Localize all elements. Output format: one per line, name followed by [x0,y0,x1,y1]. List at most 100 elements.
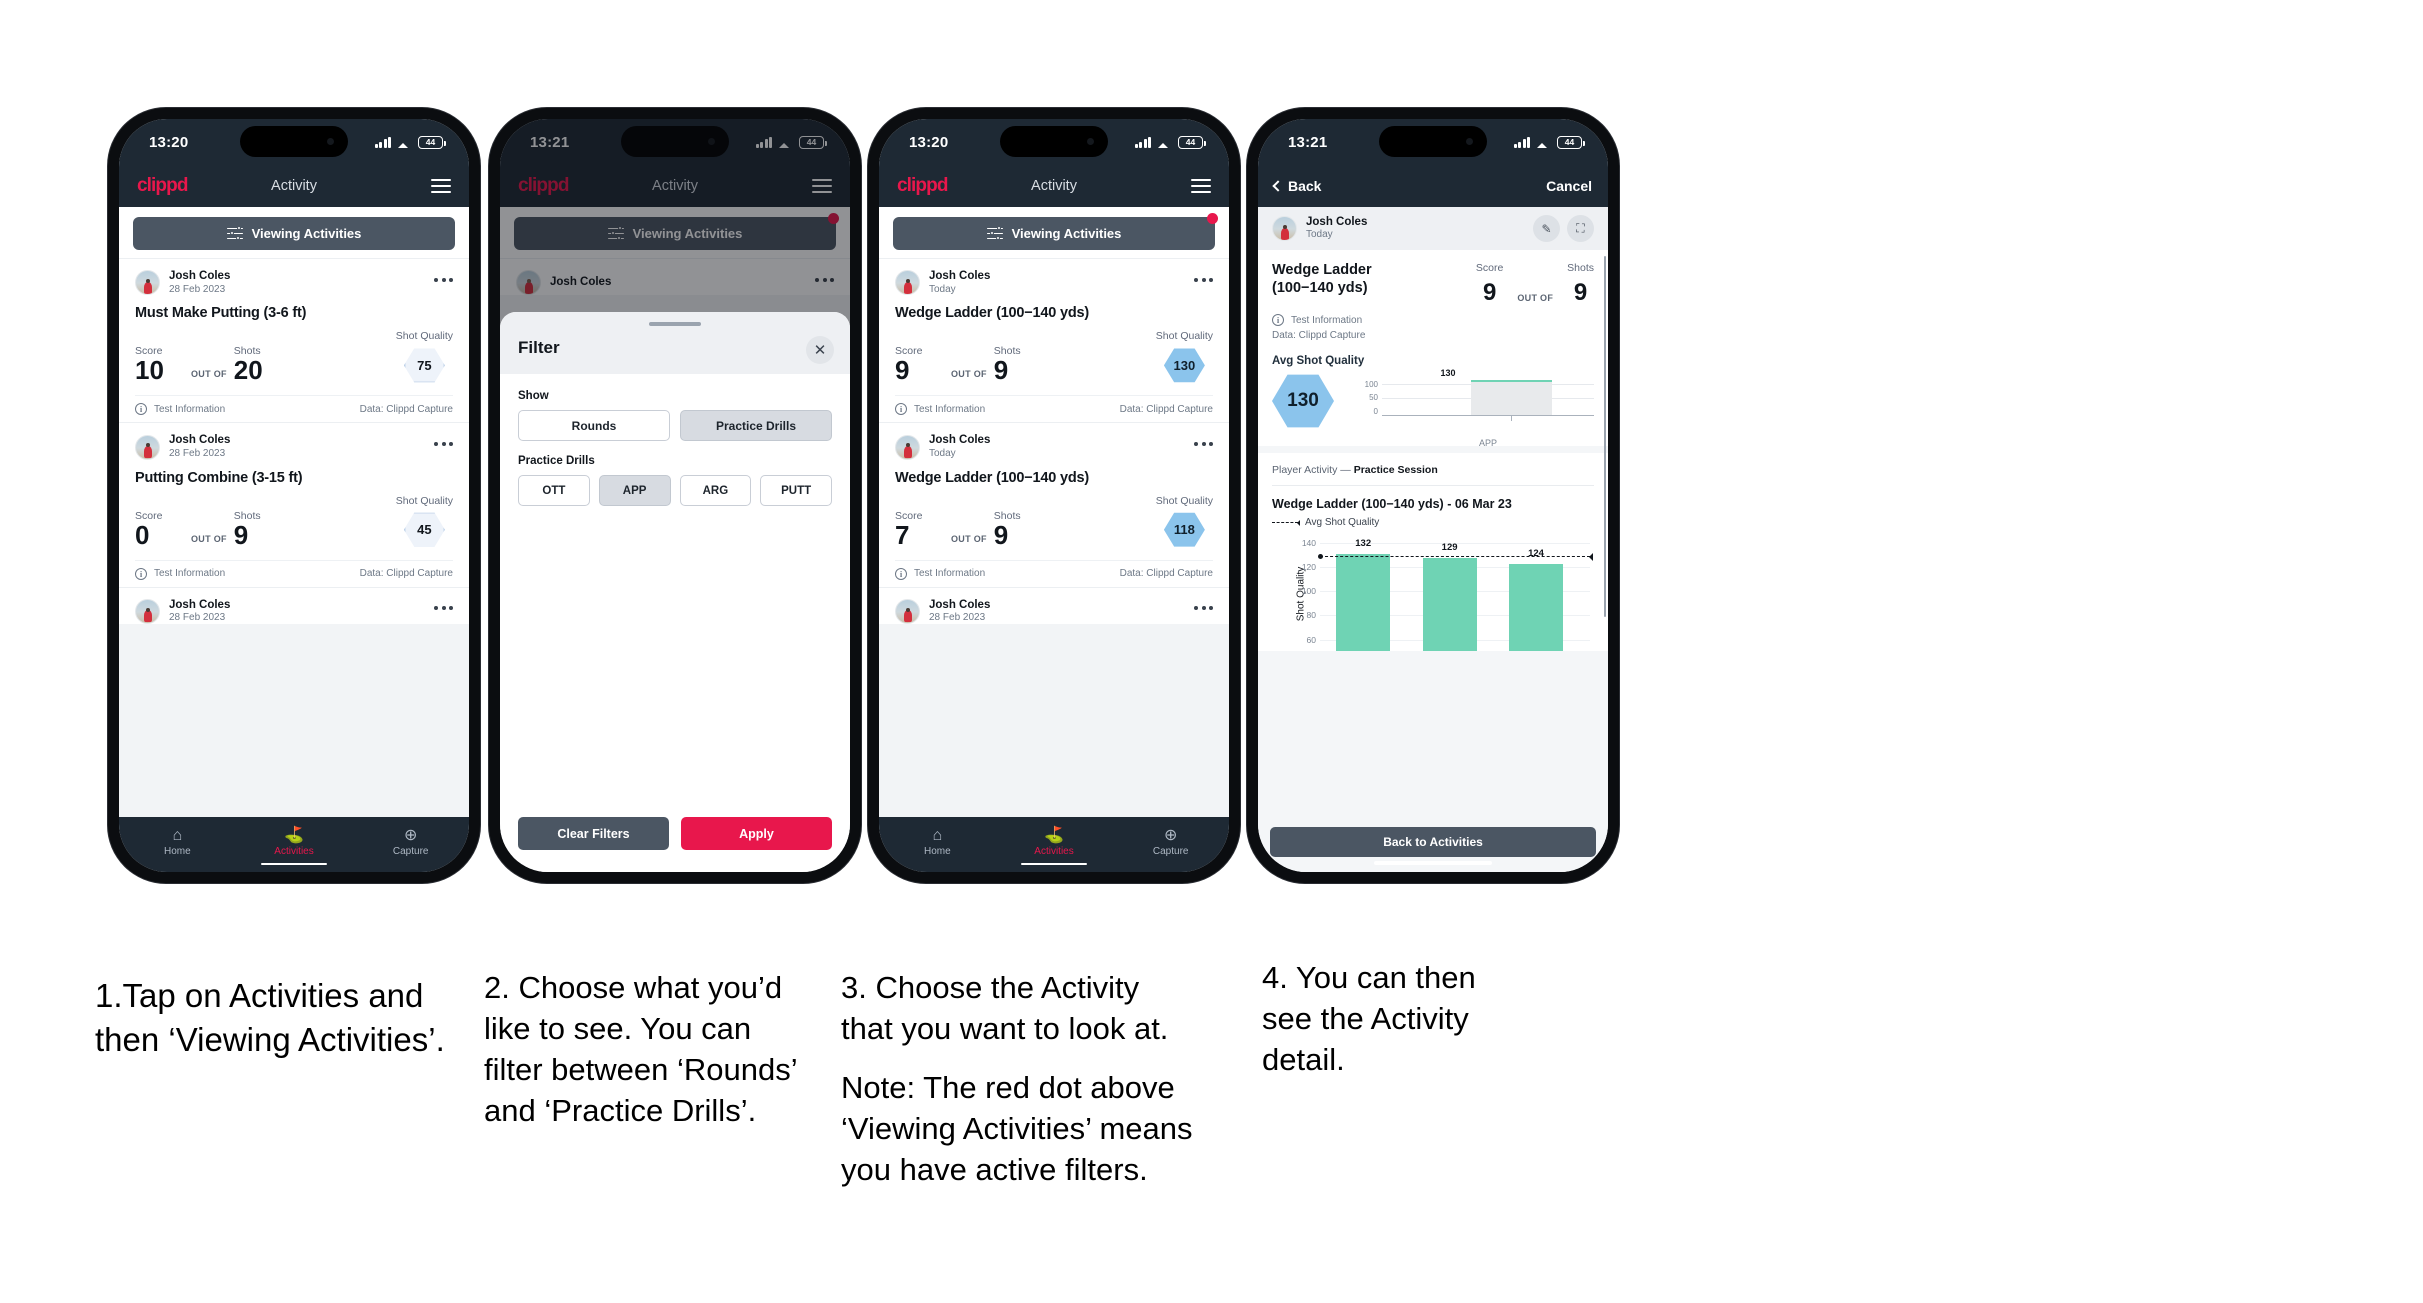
home-indicator [616,860,734,865]
cellular-signal-icon [374,136,391,148]
tab-home[interactable]: ⌂ Home [119,827,236,858]
wifi-icon [1536,137,1551,148]
status-time: 13:20 [149,133,189,151]
option-practice-drills[interactable]: Practice Drills [680,410,832,441]
tab-home[interactable]: ⌂ Home [879,828,996,858]
info-icon[interactable]: i [895,567,907,580]
viewing-activities-button[interactable]: Viewing Activities [893,217,1215,250]
activity-title: Putting Combine (3-15 ft) [135,469,303,486]
sheet-grabber[interactable] [649,322,701,326]
legend-label: Avg Shot Quality [1305,517,1380,528]
expand-icon[interactable]: ⛶ [1567,215,1594,242]
cancel-button[interactable]: Cancel [1546,178,1592,194]
user-info: Josh Coles Today [929,434,990,459]
scrollbar[interactable] [1603,256,1606,617]
test-information-label: Test Information [914,568,986,580]
screen: 13:21 44 Back Cancel Josh Coles Today ✎ … [1258,119,1608,872]
detail-body[interactable]: Wedge Ladder (100−140 yds) Score 9 OUT O… [1258,250,1608,872]
user-info: Josh Coles 28 Feb 2023 [169,599,230,624]
info-icon[interactable]: i [1272,314,1284,327]
out-of-label: OUT OF [1517,293,1554,303]
status-bar: 13:21 44 [1258,119,1608,165]
phone-filter-sheet: 13:21 44 clippd Activity Viewing Activit… [489,108,861,883]
tab-activities-label: Activities [274,846,314,857]
option-app[interactable]: APP [598,475,671,506]
user-name: Josh Coles [169,434,231,447]
user-name: Josh Coles [929,598,991,611]
activity-card[interactable]: Josh Coles 28 Feb 2023 Must Make Putting… [119,258,469,423]
option-ott[interactable]: OTT [518,475,590,506]
card-footer: i Test Information Data: Clippd Capture [895,395,1213,422]
activity-feed[interactable]: Josh Coles Today Wedge Ladder (100−140 y… [879,258,1229,817]
cellular-signal-icon [1134,136,1151,148]
ytick-120: 120 [1301,562,1316,573]
app-header: clippd Activity [119,165,469,207]
shot-quality-badge: 130 [1163,348,1205,383]
data-source-label: Data: Clippd Capture [359,568,453,580]
activity-card[interactable]: Josh Coles 28 Feb 2023 Putting Combine (… [119,422,469,587]
score-value: 0 [135,519,150,550]
activity-title: Wedge Ladder (100−140 yds) [1272,262,1372,296]
out-of-label: OUT OF [191,533,227,544]
option-arg[interactable]: ARG [679,475,752,506]
sheet-body: Show Rounds Practice Drills Practice Dri… [500,374,850,803]
option-rounds[interactable]: Rounds [518,410,670,441]
app-mini-chart: 130 100 50 0 APP [1352,368,1594,448]
activity-card[interactable]: Josh Coles 28 Feb 2023 [879,586,1229,625]
menu-icon[interactable] [431,179,451,193]
option-putt[interactable]: PUTT [760,475,832,506]
info-icon[interactable]: i [135,403,147,416]
menu-icon[interactable] [1191,179,1211,193]
score-block: Score 0 [135,510,191,548]
shot-quality-block: Shot Quality 130 [1156,330,1213,383]
viewing-activities-button[interactable]: Viewing Activities [133,217,455,250]
card-header: Josh Coles 28 Feb 2023 [135,270,453,296]
activity-card[interactable]: Josh Coles Today Wedge Ladder (100−140 y… [879,258,1229,423]
shot-quality-block: Shot Quality 45 [396,495,453,548]
shot-quality-badge: 45 [403,512,445,547]
phone-filtered-list: 13:20 44 clippd Activity Viewing Activit… [868,108,1240,883]
cellular-signal-icon [1513,136,1530,148]
activity-feed[interactable]: Josh Coles 28 Feb 2023 Must Make Putting… [119,258,469,817]
ytick-100: 100 [1364,380,1378,389]
apply-button[interactable]: Apply [681,817,832,850]
shots-block: Shots 9 [234,510,261,548]
activity-card[interactable]: Josh Coles 28 Feb 2023 [119,586,469,625]
tab-capture[interactable]: ⊕ Capture [352,828,469,858]
tab-activities[interactable]: ⛳ Activities [996,828,1113,865]
shot-quality-block: Shot Quality 118 [1156,495,1213,548]
shot-quality-block: Shot Quality 75 [396,330,453,383]
info-icon[interactable]: i [135,567,147,580]
more-options-icon[interactable] [434,606,453,616]
test-information-label: Test Information [154,568,226,580]
more-options-icon[interactable] [1194,606,1213,616]
back-to-activities-button[interactable]: Back to Activities [1270,827,1596,857]
activity-title: Wedge Ladder (100−140 yds) [895,469,1089,486]
more-options-icon[interactable] [434,442,453,452]
tab-capture[interactable]: ⊕ Capture [1112,828,1229,858]
ytick-60: 60 [1306,634,1316,645]
golf-flag-icon: ⛳ [284,827,304,844]
home-icon: ⌂ [172,827,183,844]
detail-actions: ✎ ⛶ [1526,215,1594,242]
user-info: Josh Coles Today [929,270,990,295]
more-options-icon[interactable] [1194,442,1213,452]
shots-block: Shots 9 [994,345,1021,383]
info-icon[interactable]: i [895,403,907,416]
more-options-icon[interactable] [1194,277,1213,288]
tab-home-label: Home [163,846,191,857]
more-options-icon[interactable] [434,277,453,288]
shots-value: 9 [993,519,1009,550]
detail-meta: i Test Information Data: Clippd Capture [1272,314,1594,343]
back-button[interactable]: Back [1272,178,1321,194]
tab-activities[interactable]: ⛳ Activities [236,827,353,865]
card-header: Josh Coles 28 Feb 2023 [895,599,1213,624]
activity-card[interactable]: Josh Coles Today Wedge Ladder (100−140 y… [879,422,1229,587]
viewing-bar: Viewing Activities [119,207,469,258]
activity-date: 28 Feb 2023 [169,283,226,295]
clear-filters-button[interactable]: Clear Filters [518,817,669,850]
pencil-icon[interactable]: ✎ [1533,215,1560,242]
shots-block: Shots 20 [234,345,263,383]
close-icon[interactable]: ✕ [806,336,834,364]
viewing-bar: Viewing Activities [879,207,1229,258]
